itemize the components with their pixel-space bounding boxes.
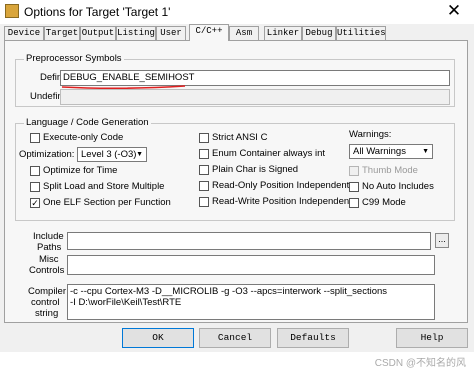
one-elf-label: One ELF Section per Function [43, 197, 171, 208]
optimization-select[interactable]: Level 3 (-O3) ▼ [77, 147, 147, 162]
plain-char-checkbox[interactable] [199, 165, 209, 175]
preprocessor-title: Preprocessor Symbols [24, 53, 124, 64]
c99-mode-checkbox[interactable] [349, 198, 359, 208]
c-cpp-panel: Preprocessor Symbols Define: DEBUG_ENABL… [4, 40, 468, 323]
include-label-line2: Paths [37, 242, 62, 253]
optimization-value: Level 3 (-O3) [81, 149, 137, 160]
rw-pi-checkbox[interactable] [199, 197, 209, 207]
csdn-watermark: CSDN @不知名的风 [374, 358, 466, 369]
tab-asm[interactable]: Asm [229, 26, 259, 40]
enum-container-label: Enum Container always int [212, 148, 325, 159]
thumb-mode-label: Thumb Mode [362, 165, 418, 176]
split-load-label: Split Load and Store Multiple [43, 181, 165, 192]
plain-char-label: Plain Char is Signed [212, 164, 299, 175]
help-button[interactable]: Help [396, 328, 468, 348]
warnings-value: All Warnings [353, 146, 406, 157]
defaults-button[interactable]: Defaults [277, 328, 349, 348]
misc-label-line2: Controls [29, 265, 65, 276]
window-title: Options for Target 'Target 1' [24, 5, 171, 19]
one-elf-checkbox[interactable]: ✓ [30, 198, 40, 208]
tab-utilities[interactable]: Utilities [336, 26, 386, 40]
enum-container-checkbox[interactable] [199, 149, 209, 159]
ro-pi-checkbox[interactable] [199, 181, 209, 191]
include-paths-input[interactable] [67, 232, 431, 250]
chevron-down-icon: ▼ [422, 148, 429, 155]
tab-user[interactable]: User [156, 26, 186, 40]
compiler-label-line2: control [31, 297, 60, 308]
chevron-down-icon: ▼ [136, 151, 143, 158]
preprocessor-group: Preprocessor Symbols Define: DEBUG_ENABL… [15, 53, 455, 107]
tab-output[interactable]: Output [80, 26, 116, 40]
misc-label-line1: Misc [39, 254, 59, 265]
c99-mode-label: C99 Mode [362, 197, 406, 208]
warnings-select[interactable]: All Warnings ▼ [349, 144, 433, 159]
language-title: Language / Code Generation [24, 117, 151, 128]
app-icon [5, 4, 19, 18]
tab-linker[interactable]: Linker [264, 26, 302, 40]
include-browse-button[interactable]: ... [435, 233, 449, 248]
include-label-line1: Include [33, 231, 64, 242]
optimize-time-label: Optimize for Time [43, 165, 118, 176]
strict-ansi-checkbox[interactable] [199, 133, 209, 143]
dialog-client: Device Target Output Listing User C/C++ … [0, 24, 474, 369]
tab-debug[interactable]: Debug [302, 26, 336, 40]
compiler-control-string[interactable]: -c --cpu Cortex-M3 -D__MICROLIB -g -O3 -… [67, 284, 435, 320]
tab-listing[interactable]: Listing [116, 26, 156, 40]
compiler-label-line3: string [35, 308, 59, 319]
strict-ansi-label: Strict ANSI C [212, 132, 268, 143]
thumb-mode-checkbox[interactable] [349, 166, 359, 176]
close-button[interactable]: ✕ [434, 0, 474, 24]
misc-controls-input[interactable] [67, 255, 435, 275]
tab-target[interactable]: Target [44, 26, 80, 40]
language-group: Language / Code Generation Execute-only … [15, 117, 455, 221]
undefine-input[interactable] [60, 89, 450, 105]
ro-pi-label: Read-Only Position Independent [212, 180, 350, 191]
cancel-button[interactable]: Cancel [199, 328, 271, 348]
compiler-label-line1: Compiler [28, 286, 67, 297]
rw-pi-label: Read-Write Position Independent [212, 196, 352, 207]
no-auto-includes-label: No Auto Includes [362, 181, 434, 192]
compiler-line-2: -I D:\worFile\Keil\Test\RTE [70, 297, 182, 308]
no-auto-includes-checkbox[interactable] [349, 182, 359, 192]
optimization-label: Optimization: [19, 149, 75, 160]
ok-button[interactable]: OK [122, 328, 194, 348]
tab-c-cpp[interactable]: C/C++ [189, 24, 229, 41]
checkmark-icon: ✓ [31, 198, 39, 208]
title-bar: Options for Target 'Target 1' ✕ [0, 0, 474, 26]
execute-only-checkbox[interactable] [30, 133, 40, 143]
split-load-checkbox[interactable] [30, 182, 40, 192]
compiler-line-1: -c --cpu Cortex-M3 -D__MICROLIB -g -O3 -… [70, 286, 388, 297]
warnings-label: Warnings: [349, 129, 392, 140]
optimize-time-checkbox[interactable] [30, 166, 40, 176]
tab-device[interactable]: Device [4, 26, 44, 40]
execute-only-label: Execute-only Code [43, 132, 124, 143]
